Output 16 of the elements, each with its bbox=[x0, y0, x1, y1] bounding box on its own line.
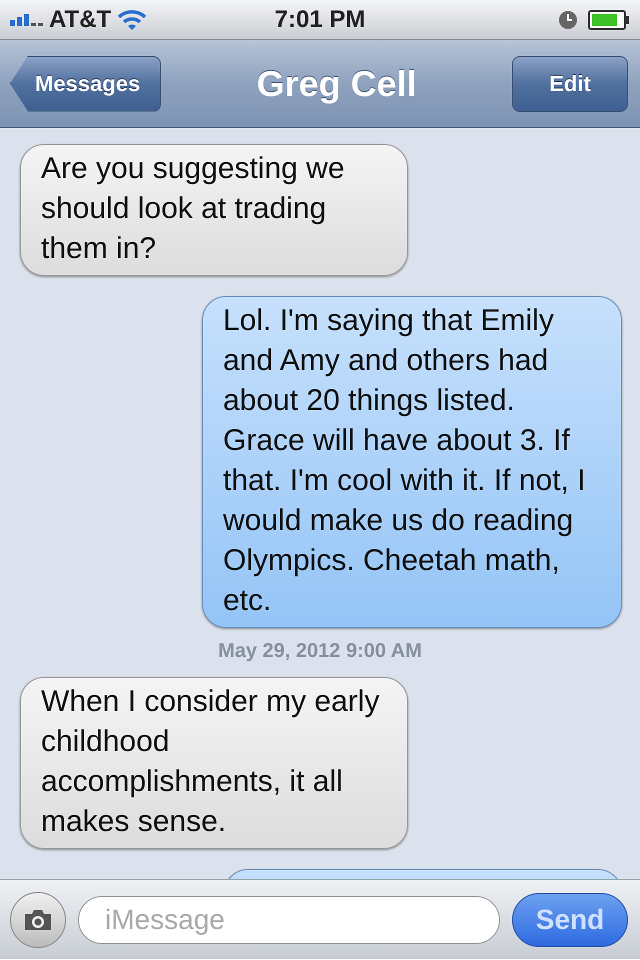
message-input[interactable]: iMessage bbox=[78, 896, 500, 944]
send-button[interactable]: Send bbox=[512, 892, 628, 946]
signal-icon bbox=[10, 14, 43, 26]
edit-button[interactable]: Edit bbox=[512, 56, 628, 112]
back-button[interactable]: Messages bbox=[10, 56, 162, 112]
carrier-name: AT&T bbox=[49, 6, 112, 34]
incoming-message: When I consider my early childhood accomplishments, it all makes sense. bbox=[20, 677, 408, 849]
battery-icon bbox=[588, 10, 630, 30]
message-timestamp: May 29, 2012 9:00 AM bbox=[218, 640, 422, 663]
status-time: 7:01 PM bbox=[274, 6, 366, 34]
clock-icon bbox=[558, 10, 578, 30]
outgoing-message: Lol. I'm saying that Emily and Amy and others had about 20 things listed. Grace will have about 3. If that. I'm cool with it. If not, I would make us do reading Olympics. Cheetah math, etc. bbox=[202, 296, 622, 628]
incoming-message: Are you suggesting we should look at trading them in? bbox=[20, 144, 408, 276]
contact-title: Greg Cell bbox=[256, 62, 417, 104]
camera-icon bbox=[23, 908, 53, 932]
wifi-icon bbox=[117, 8, 148, 30]
